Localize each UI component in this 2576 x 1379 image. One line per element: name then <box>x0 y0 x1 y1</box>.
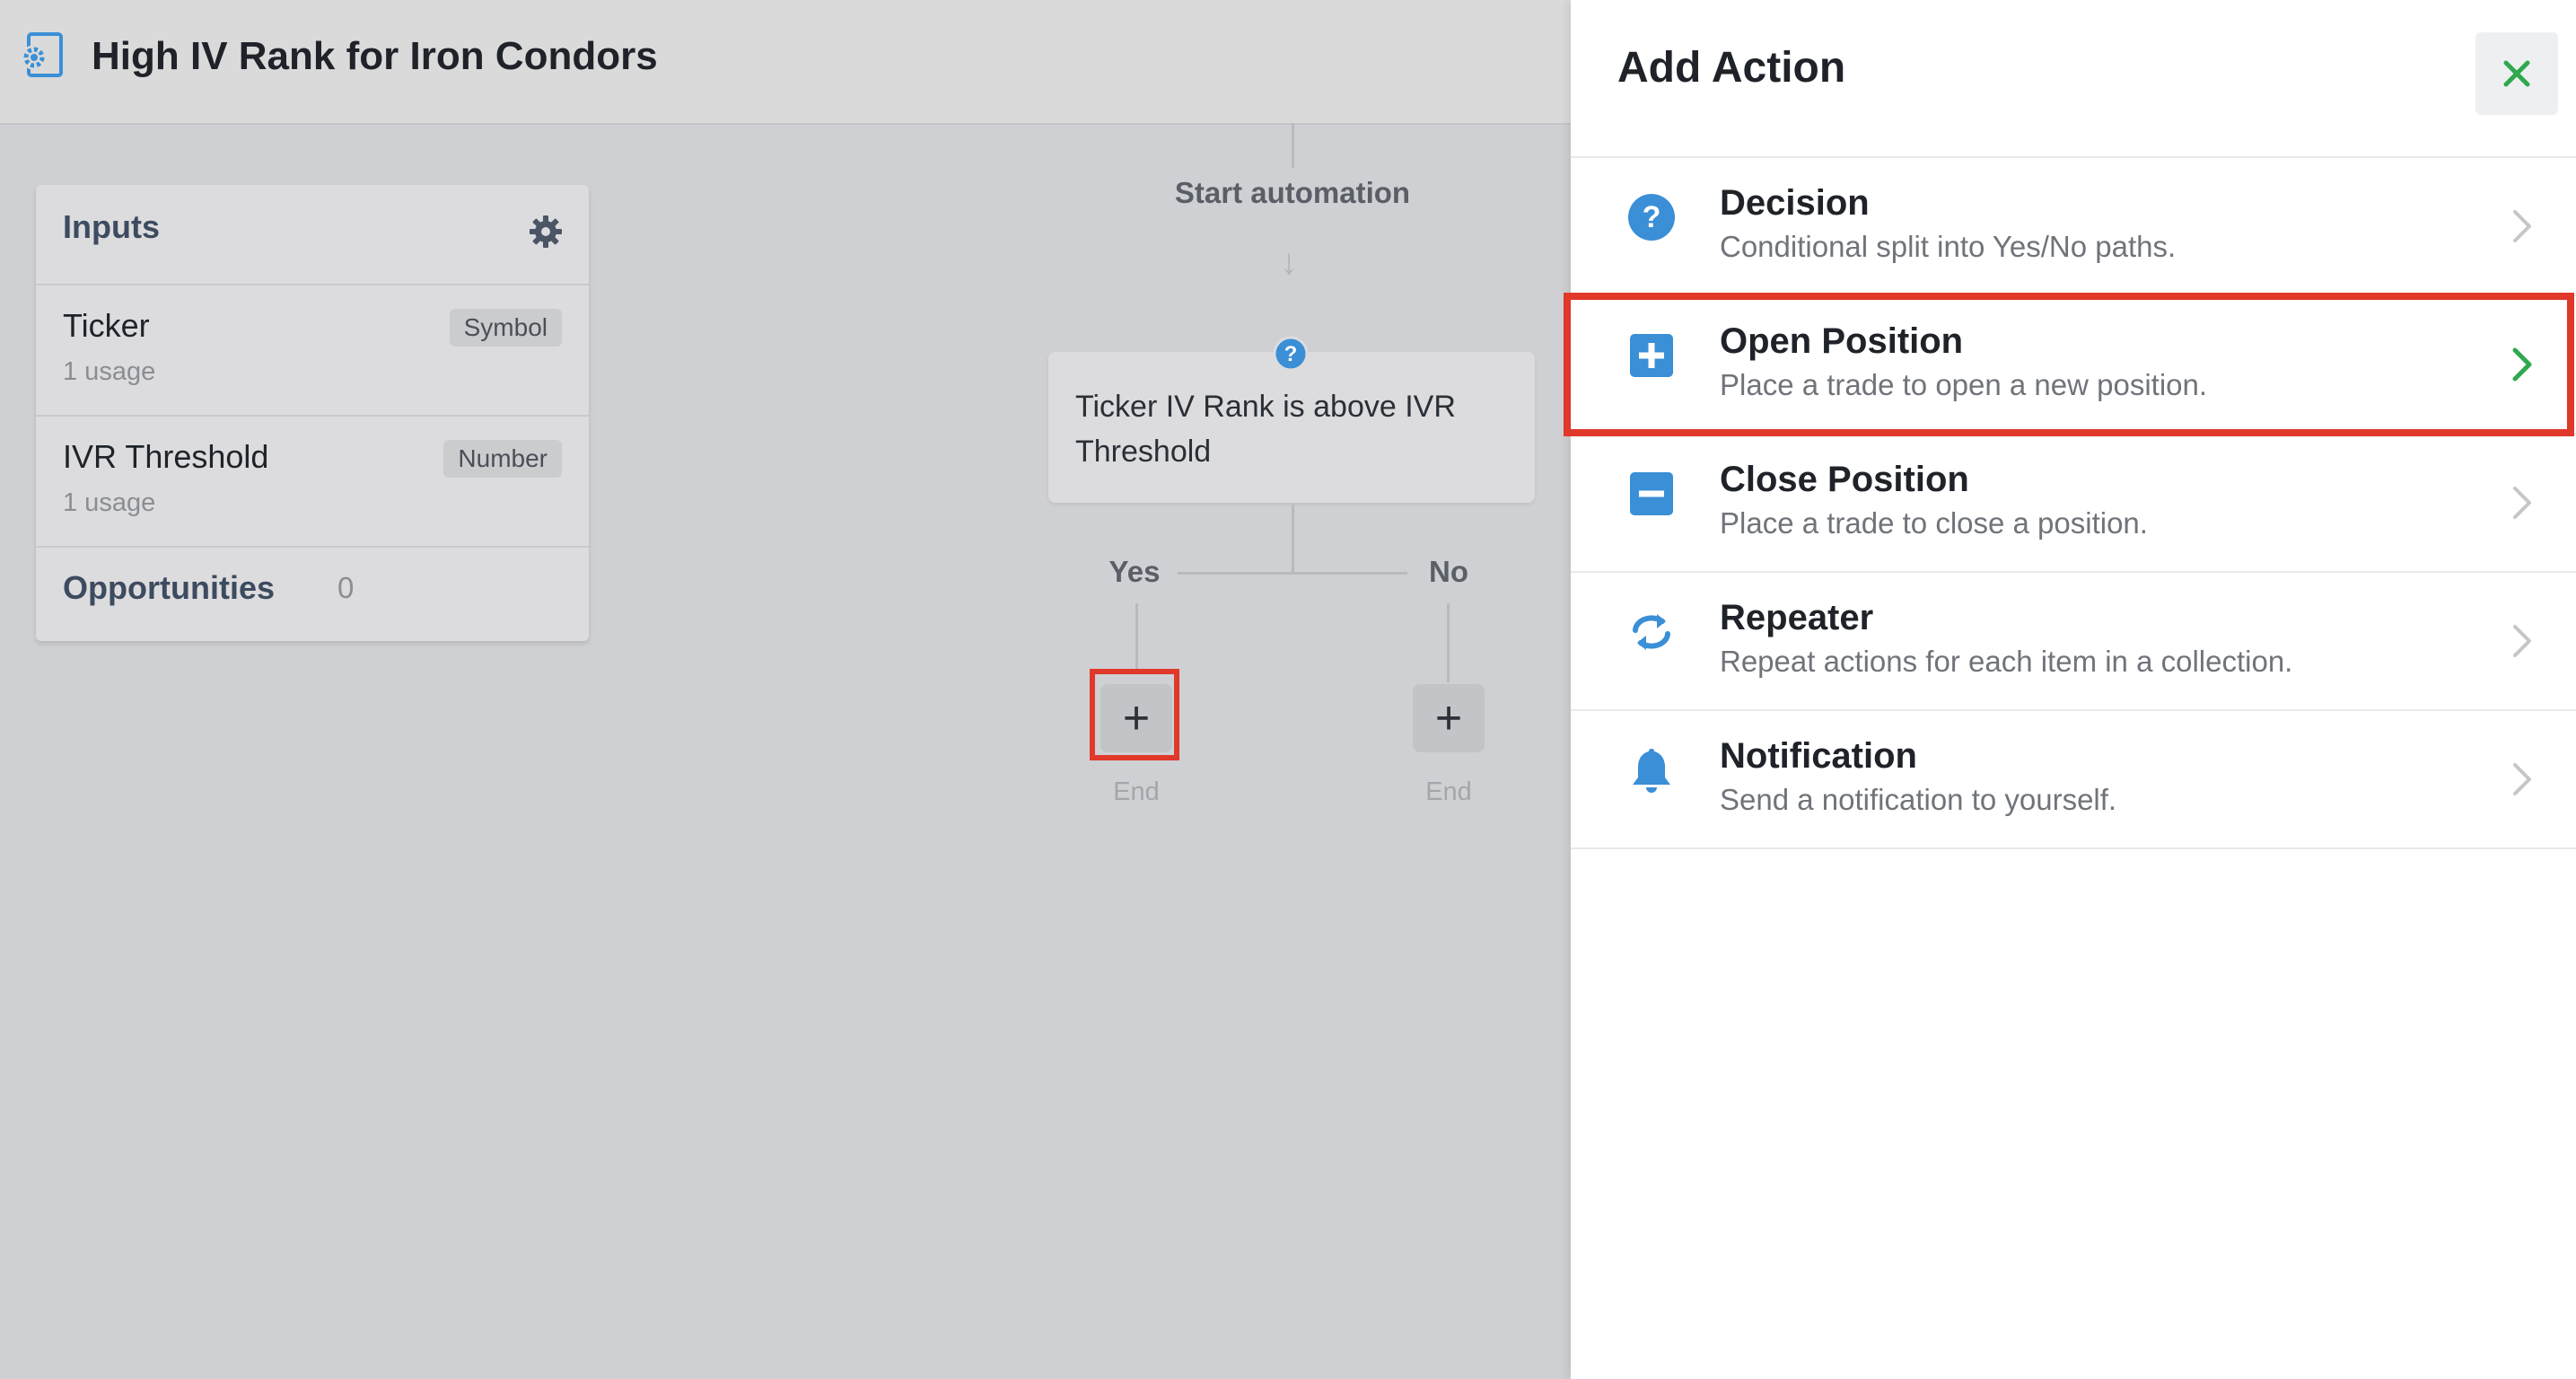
action-title: Decision <box>1720 183 1870 223</box>
opportunities-count: 0 <box>337 571 355 604</box>
minus-square-icon <box>1630 472 1673 515</box>
inputs-header: Inputs <box>36 185 589 285</box>
action-title: Notification <box>1720 736 1917 776</box>
input-name: IVR Threshold <box>63 438 269 475</box>
input-type-badge: Number <box>443 440 562 478</box>
decision-node[interactable]: Ticker IV Rank is above IVR Threshold <box>1048 352 1535 503</box>
flow-connector <box>1292 505 1294 573</box>
input-row-ivr-threshold[interactable]: IVR Threshold 1 usage Number <box>36 417 589 548</box>
question-circle-icon: ? <box>1628 194 1675 241</box>
input-name: Ticker <box>63 307 150 344</box>
highlight-box <box>1090 669 1179 760</box>
highlight-box <box>1564 293 2574 436</box>
header-bar: High IV Rank for Iron Condors <box>0 0 1571 125</box>
action-close-position[interactable]: Close Position Place a trade to close a … <box>1571 435 2576 571</box>
flow-connector <box>1292 123 1294 168</box>
chevron-right-icon <box>2513 487 2531 519</box>
divider <box>1571 848 2576 849</box>
automation-canvas: High IV Rank for Iron Condors Inputs Tic… <box>0 0 1571 1379</box>
opportunities-label[interactable]: Opportunities <box>63 569 275 607</box>
action-description: Repeat actions for each item in a collec… <box>1720 645 2293 678</box>
no-branch-label: No <box>1429 555 1468 588</box>
svg-text:?: ? <box>1643 200 1661 234</box>
automation-gear-icon <box>22 32 63 77</box>
action-description: Conditional split into Yes/No paths. <box>1720 230 2177 263</box>
question-circle-icon: ? <box>1273 336 1309 372</box>
action-description: Send a notification to yourself. <box>1720 783 2117 816</box>
action-title: Close Position <box>1720 460 1969 499</box>
action-title: Repeater <box>1720 598 1874 637</box>
input-usage: 1 usage <box>63 357 156 386</box>
page-title: High IV Rank for Iron Condors <box>92 34 658 78</box>
chevron-right-icon <box>2513 210 2531 242</box>
end-label-no: End <box>1425 777 1472 806</box>
close-button[interactable] <box>2475 32 2558 115</box>
end-label-yes: End <box>1113 777 1160 806</box>
start-automation-label: Start automation <box>1174 176 1411 209</box>
arrow-down-icon: ↓ <box>1280 242 1298 282</box>
chevron-right-icon <box>2513 625 2531 657</box>
gear-icon[interactable] <box>528 214 564 250</box>
close-icon[interactable] <box>2499 56 2535 92</box>
decision-condition: Ticker IV Rank is above IVR Threshold <box>1075 390 1456 469</box>
add-action-drawer: Add Action ? Decision Conditional split … <box>1571 0 2576 1379</box>
input-type-badge: Symbol <box>449 309 562 347</box>
repeat-icon <box>1633 614 1670 650</box>
action-decision[interactable]: ? Decision Conditional split into Yes/No… <box>1571 158 2576 294</box>
inputs-panel: Inputs Ticker 1 usage Symbol IVR Thresho… <box>36 185 589 641</box>
inputs-title: Inputs <box>63 208 160 245</box>
flow-connector <box>1135 603 1138 673</box>
input-usage: 1 usage <box>63 488 156 517</box>
add-action-no-button[interactable]: + <box>1413 684 1485 752</box>
action-notification[interactable]: Notification Send a notification to your… <box>1571 711 2576 848</box>
flow-connector <box>1447 603 1450 682</box>
svg-text:?: ? <box>1284 342 1298 366</box>
flow-branch-line <box>1178 572 1407 575</box>
yes-branch-label: Yes <box>1108 555 1161 588</box>
bell-icon <box>1633 749 1670 793</box>
chevron-right-icon <box>2513 763 2531 795</box>
action-description: Place a trade to close a position. <box>1720 506 2148 540</box>
drawer-title: Add Action <box>1617 44 1846 92</box>
action-repeater[interactable]: Repeater Repeat actions for each item in… <box>1571 573 2576 709</box>
input-row-ticker[interactable]: Ticker 1 usage Symbol <box>36 285 589 417</box>
